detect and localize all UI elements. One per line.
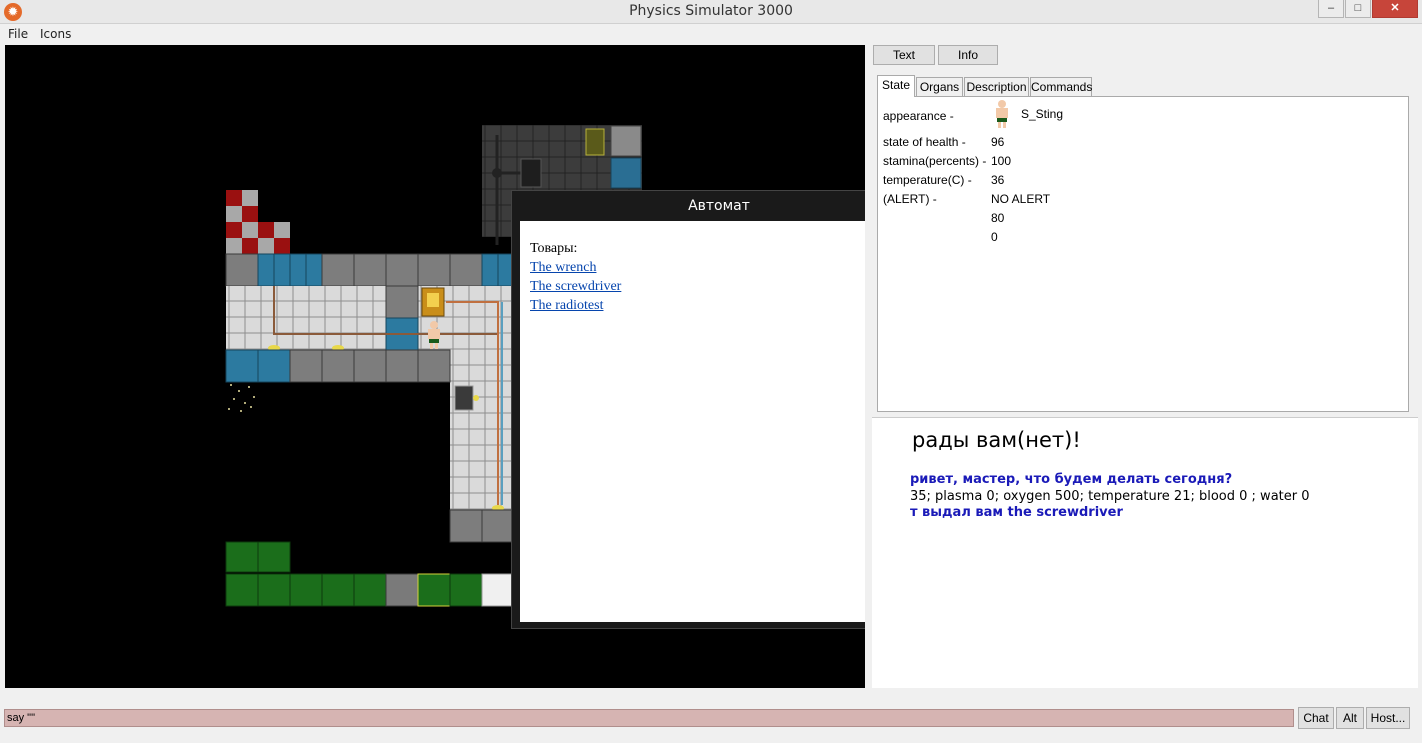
state-label: state of health - — [883, 135, 966, 149]
text-button[interactable]: Text — [873, 45, 935, 65]
red-tiles — [226, 190, 290, 254]
host-button[interactable]: Host... — [1366, 707, 1410, 729]
right-panel: Text Info State Organs Description Comma… — [872, 45, 1418, 688]
state-label: temperature(C) - — [883, 173, 972, 187]
state-value: 100 — [991, 154, 1012, 168]
tab-commands[interactable]: Commands — [1030, 77, 1092, 96]
appearance-value: S_Sting — [1021, 107, 1064, 121]
machine-icon — [520, 158, 542, 188]
state-label: (ALERT) - — [883, 192, 937, 206]
state-value: 80 — [991, 211, 1005, 225]
space-dust — [228, 384, 255, 412]
item-link-radiotest[interactable]: The radiotest — [530, 296, 621, 315]
chat-line: ривет, мастер, что будем делать сегодня? — [910, 472, 1233, 487]
state-label: stamina(percents) - — [883, 154, 987, 168]
popup-title: Автомат — [688, 198, 750, 214]
tab-organs[interactable]: Organs — [916, 77, 963, 96]
state-value: 0 — [991, 230, 998, 244]
window-title: Physics Simulator 3000 — [629, 3, 793, 19]
minimize-button[interactable]: – — [1318, 0, 1344, 18]
state-value: 36 — [991, 173, 1005, 187]
game-viewport[interactable]: Автомат Товары: The wrench The screwdriv… — [5, 45, 865, 688]
tab-description[interactable]: Description — [964, 77, 1029, 96]
title-bar: ✹ Physics Simulator 3000 – □ ✕ — [0, 0, 1422, 24]
floor — [226, 286, 386, 350]
vending-popup[interactable]: Автомат Товары: The wrench The screwdriv… — [511, 190, 865, 629]
tab-state[interactable]: State — [877, 75, 915, 97]
menu-icons[interactable]: Icons — [40, 27, 71, 41]
item-link-screwdriver[interactable]: The screwdriver — [530, 277, 621, 296]
appearance-label: appearance - — [883, 109, 954, 123]
item-link-wrench[interactable]: The wrench — [530, 258, 621, 277]
chat-line: 35; plasma 0; oxygen 500; temperature 21… — [910, 489, 1310, 504]
state-panel: appearance - S_Sting state of health - 9… — [877, 96, 1409, 412]
chat-line: т выдал вам the screwdriver — [910, 505, 1123, 520]
menu-file[interactable]: File — [8, 27, 28, 41]
popup-body: Товары: The wrench The screwdriver The r… — [520, 221, 865, 622]
maximize-button[interactable]: □ — [1345, 0, 1371, 18]
inventory-bar[interactable] — [225, 541, 515, 607]
yellow-machine-icon — [585, 128, 605, 156]
chat-log: рады вам(нет)! ривет, мастер, что будем … — [872, 417, 1418, 688]
info-button[interactable]: Info — [938, 45, 998, 65]
alt-button[interactable]: Alt — [1336, 707, 1364, 729]
chat-button[interactable]: Chat — [1298, 707, 1334, 729]
command-input[interactable]: say "" — [4, 709, 1294, 727]
pump-icon[interactable] — [454, 385, 474, 411]
avatar-icon — [996, 100, 1008, 128]
chat-greeting: рады вам(нет)! — [912, 428, 1081, 452]
close-button[interactable]: ✕ — [1372, 0, 1418, 18]
goods-heading: Товары: — [530, 241, 578, 256]
menu-bar: File Icons — [0, 25, 1422, 44]
state-value: 96 — [991, 135, 1005, 149]
window-tile — [610, 157, 642, 189]
wall-row — [225, 253, 515, 287]
state-value: NO ALERT — [991, 192, 1051, 206]
